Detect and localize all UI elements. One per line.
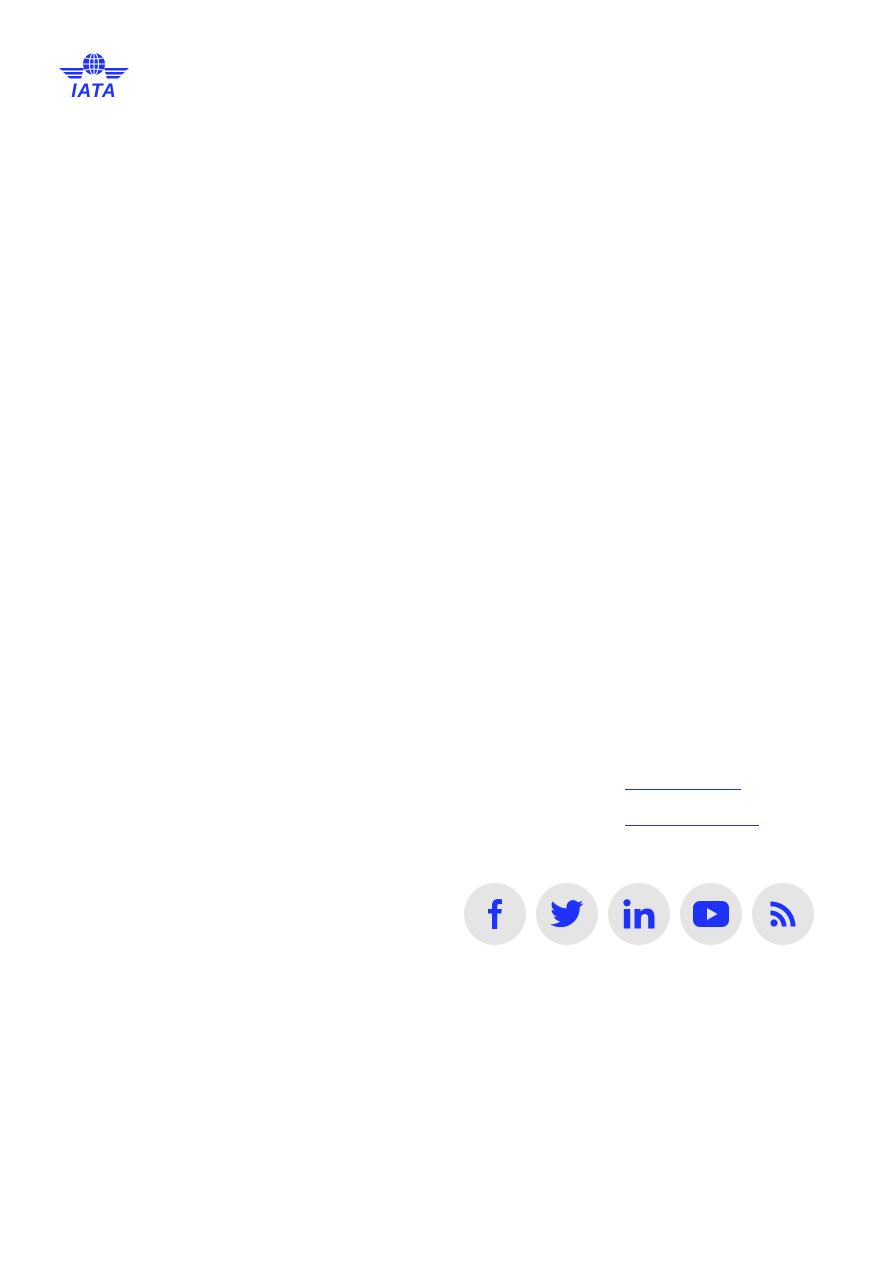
rss-icon — [770, 901, 796, 927]
footer-link-2[interactable] — [625, 825, 759, 826]
youtube-button[interactable] — [680, 883, 742, 945]
iata-logo: IATA — [57, 50, 131, 100]
iata-globe-wings-logo-icon: IATA — [59, 52, 129, 100]
twitter-icon — [550, 900, 584, 928]
youtube-icon — [693, 901, 729, 927]
social-links — [464, 883, 814, 945]
facebook-icon — [488, 899, 502, 929]
rss-button[interactable] — [752, 883, 814, 945]
twitter-button[interactable] — [536, 883, 598, 945]
logo-text: IATA — [71, 81, 117, 100]
footer-link-1[interactable] — [625, 789, 741, 790]
linkedin-icon — [623, 899, 655, 929]
facebook-button[interactable] — [464, 883, 526, 945]
linkedin-button[interactable] — [608, 883, 670, 945]
